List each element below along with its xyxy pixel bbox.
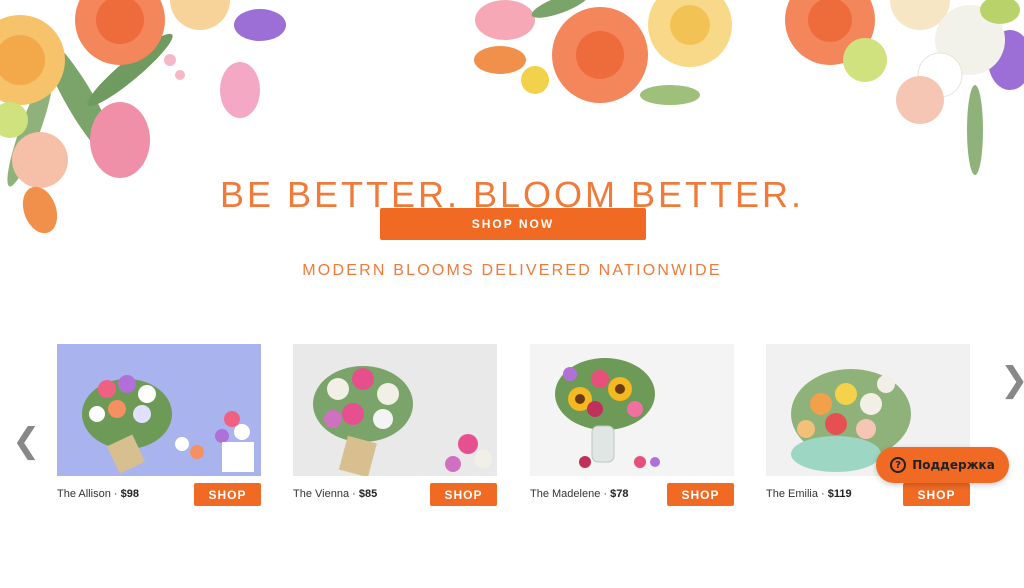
chevron-right-icon[interactable]: ❯ [1000, 363, 1024, 397]
product-caption: The Allison · $98 [57, 488, 139, 500]
product-card-vienna: The Vienna · $85 SHOP [293, 344, 497, 514]
shop-button[interactable]: SHOP [194, 483, 261, 506]
product-name[interactable]: The Madelene [530, 488, 600, 500]
support-label: Поддержка [912, 458, 995, 472]
bouquet-illustration [555, 358, 660, 468]
product-image[interactable] [57, 344, 261, 476]
bouquet-illustration [313, 366, 492, 476]
product-price: $119 [827, 488, 852, 500]
bouquet-illustration [82, 375, 254, 474]
product-price: $78 [610, 488, 629, 500]
product-price: $85 [358, 488, 378, 500]
product-image[interactable] [293, 344, 497, 476]
product-caption: The Vienna · $85 [293, 488, 378, 500]
product-card-madelene: The Madelene · $78 SHOP [530, 344, 734, 514]
product-name[interactable]: The Allison [57, 488, 111, 500]
chevron-left-icon[interactable]: ❮ [12, 424, 41, 458]
flowers-right-decoration [785, 0, 1024, 175]
product-card-allison: The Allison · $98 SHOP [57, 344, 261, 514]
shop-button[interactable]: SHOP [430, 483, 497, 506]
product-card-emilia: The Emilia · $119 SHOP [766, 344, 970, 514]
product-name[interactable]: The Emilia [766, 488, 818, 500]
product-caption: The Emilia · $119 [766, 488, 852, 500]
shop-button[interactable]: SHOP [667, 483, 734, 506]
support-chat-button[interactable]: ? Поддержка [876, 447, 1009, 483]
question-icon: ? [890, 457, 907, 473]
hero-tagline: MODERN BLOOMS DELIVERED NATIONWIDE [302, 262, 722, 279]
product-image[interactable] [530, 344, 734, 476]
shop-button[interactable]: SHOP [903, 483, 970, 506]
product-caption: The Madelene · $78 [530, 488, 629, 500]
flowers-center-decoration [474, 0, 732, 105]
shop-now-button[interactable]: SHOP NOW [380, 208, 646, 240]
product-price: $98 [120, 488, 139, 500]
product-name[interactable]: The Vienna [293, 488, 349, 500]
